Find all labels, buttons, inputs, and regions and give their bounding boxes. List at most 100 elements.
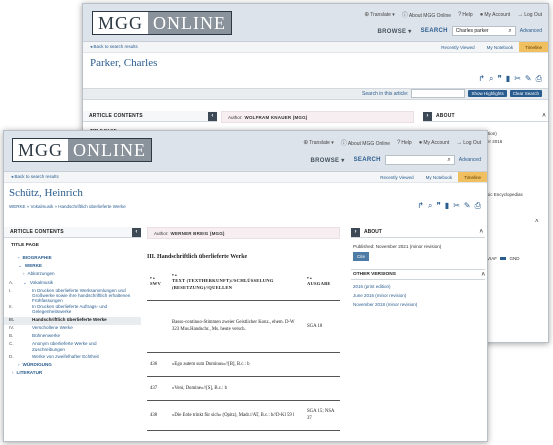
- search-icon[interactable]: ⌕: [508, 28, 511, 35]
- scissors-icon[interactable]: ✂: [514, 74, 521, 84]
- search-label: SEARCH: [420, 28, 448, 34]
- section-heading: III. Handschriftlich überlieferte Werke: [147, 254, 248, 260]
- version-link[interactable]: November 2018 (minor revision): [353, 302, 485, 307]
- works-table: ▾ ▴ SWV ▾ ▴ TEXT (TEXTHERKUNFT)//SCHLÜSSEL…: [147, 264, 340, 431]
- help-link[interactable]: ?Help: [458, 12, 473, 18]
- advanced-search-link[interactable]: Advanced: [520, 28, 542, 34]
- toc-item-zweifelhaft[interactable]: D. Werke von zweifelhafter Echtheit: [4, 354, 141, 362]
- toc-item-abkuerzungen[interactable]: › Abkürzungen: [4, 271, 141, 279]
- sort-icon[interactable]: ▾ ▴: [307, 276, 337, 280]
- translate-link[interactable]: ⊕Translate ▾: [364, 11, 395, 18]
- browse-menu[interactable]: BROWSE ▾: [378, 28, 412, 35]
- browse-menu[interactable]: BROWSE ▾: [311, 157, 345, 164]
- my-notebook-link[interactable]: My Notebook: [420, 175, 459, 180]
- encyclopedias-fragment: sic Encyclopedias: [487, 192, 523, 197]
- chevron-up-icon[interactable]: ˄: [535, 219, 539, 225]
- back-to-results-link[interactable]: ◂ Back to search results: [90, 44, 138, 50]
- bookmark-icon[interactable]: ▮: [445, 201, 449, 211]
- chevron-right-icon: ›: [18, 255, 20, 260]
- toc-item-anonym[interactable]: C. Anonym überlieferte Werke und Zuschrei…: [4, 341, 141, 354]
- search-input[interactable]: Charles parker ⌕: [451, 26, 516, 36]
- tools-icon[interactable]: ✎: [525, 74, 532, 84]
- clear-search-button[interactable]: Clear Search: [509, 90, 542, 97]
- header: MGG ONLINE ⊕Translate ▾ ⓘAbout MGG Onlin…: [83, 4, 548, 42]
- my-notebook-link[interactable]: My Notebook: [481, 45, 520, 50]
- tools-icon[interactable]: ✎: [464, 201, 471, 211]
- toc-item-auftragswerke[interactable]: II. In Drucken überlieferte Auftrags- und…: [4, 304, 141, 317]
- toc-item-werke[interactable]: ⌄ WERKE: [4, 263, 141, 271]
- logout-link[interactable]: →Log Out: [456, 140, 481, 146]
- account-link[interactable]: ●My Account: [480, 12, 510, 18]
- timeline-link[interactable]: Timeline: [519, 42, 548, 52]
- collapse-about-icon[interactable]: ›: [351, 227, 360, 237]
- version-link[interactable]: 2016 (print edition): [353, 284, 485, 289]
- scissors-icon[interactable]: ✂: [453, 201, 460, 211]
- logout-link[interactable]: →Log Out: [517, 12, 542, 18]
- toc-item-buehnenwerke[interactable]: B. Bühnenwerke: [4, 333, 141, 341]
- sort-icon[interactable]: ▾ ▴: [172, 273, 301, 277]
- toc-item-werksammlungen[interactable]: I. In Drucken überlieferte Werksammlungen…: [4, 288, 141, 303]
- table-row: Basso-continuo-Stimmen zweier Geistliche…: [147, 300, 340, 353]
- about-link[interactable]: ⓘAbout MGG Online: [341, 138, 390, 147]
- breadcrumb[interactable]: WERKE » Vokalmusik » Handschriftlich übe…: [9, 204, 126, 209]
- article-search-input[interactable]: [411, 89, 466, 98]
- translate-link[interactable]: ⊕Translate ▾: [303, 139, 334, 146]
- other-versions-header[interactable]: OTHER VERSIONS ˄: [351, 269, 485, 280]
- mgg-logo[interactable]: MGG ONLINE: [12, 138, 152, 162]
- chevron-right-icon: ›: [23, 271, 25, 277]
- toc-item-biographie[interactable]: › BIOGRAPHIE: [4, 255, 141, 263]
- version-link[interactable]: June 2016 (minor revision): [353, 293, 485, 298]
- advanced-search-link[interactable]: Advanced: [459, 157, 481, 163]
- print-icon[interactable]: ⎙: [475, 201, 481, 211]
- gnd-link[interactable]: GND: [510, 256, 520, 261]
- title-page-link[interactable]: TITLE PAGE: [11, 243, 39, 248]
- mgg-logo[interactable]: MGG ONLINE: [92, 11, 232, 35]
- toc-item-literatur[interactable]: › LITERATUR: [4, 370, 141, 378]
- sort-icon[interactable]: ▾ ▴: [150, 276, 166, 280]
- collapse-about-icon[interactable]: ›: [423, 111, 432, 121]
- about-link[interactable]: ⓘAbout MGG Online: [402, 10, 451, 19]
- search-icon[interactable]: ⌕: [489, 74, 493, 84]
- toc-item-handschriftlich[interactable]: III. Handschriftlich überlieferte Werke: [4, 316, 141, 325]
- print-icon[interactable]: ⎙: [536, 74, 542, 84]
- table-row: 436 »Ego autem sum Dominus«//[B], B.c.: …: [147, 352, 340, 377]
- search-row: BROWSE ▾ SEARCH ⌕ Advanced: [311, 155, 481, 165]
- recently-viewed-link[interactable]: Recently Viewed: [435, 45, 480, 50]
- toc-item-verschollene[interactable]: IV. Verschollene Werke: [4, 325, 141, 333]
- about-header[interactable]: › ABOUT ˄: [351, 227, 485, 238]
- user-icon: ●: [418, 139, 423, 146]
- cite-icon[interactable]: ❞: [436, 201, 440, 211]
- search-input[interactable]: ⌕: [384, 155, 455, 165]
- back-to-results-link[interactable]: ◂ Back to search results: [11, 174, 59, 180]
- cite-icon[interactable]: ❞: [497, 74, 501, 84]
- cite-button[interactable]: Cite: [353, 252, 370, 261]
- gnd-icon: [500, 257, 507, 260]
- viaf-link[interactable]: VIAF: [487, 256, 497, 261]
- chevron-up-icon[interactable]: ˄: [479, 229, 483, 235]
- col-ausgabe[interactable]: ▾ ▴ AUSGABE: [304, 264, 340, 301]
- collapse-panel-icon[interactable]: ‹: [208, 111, 217, 121]
- timeline-link[interactable]: Timeline: [458, 172, 487, 182]
- about-header[interactable]: › ABOUT ˄: [423, 111, 548, 122]
- search-row: BROWSE ▾ SEARCH Charles parker ⌕ Advance…: [378, 26, 542, 36]
- search-icon[interactable]: ⌕: [447, 157, 450, 164]
- logout-icon: →: [517, 11, 524, 18]
- collapse-panel-icon[interactable]: ‹: [132, 227, 141, 237]
- toc-item-vokalmusik[interactable]: A. ⌄ Vokalmusik: [4, 280, 141, 288]
- article-contents-label: ARTICLE CONTENTS: [89, 113, 143, 119]
- share-icon[interactable]: ↱: [478, 74, 485, 84]
- recently-viewed-link[interactable]: Recently Viewed: [374, 175, 419, 180]
- account-link[interactable]: ●My Account: [419, 140, 449, 146]
- chevron-up-icon[interactable]: ˄: [542, 113, 546, 119]
- chevron-up-icon[interactable]: ˄: [481, 272, 485, 278]
- toc-item-wuerdigung[interactable]: › WÜRDIGUNG: [4, 362, 141, 370]
- author-bar: Author: WERNER BREIG (MGG): [147, 227, 340, 239]
- bookmark-icon[interactable]: ▮: [506, 74, 510, 84]
- globe-icon: ⊕: [303, 140, 309, 146]
- col-swv[interactable]: ▾ ▴ SWV: [147, 264, 169, 301]
- search-icon[interactable]: ⌕: [428, 201, 432, 211]
- share-icon[interactable]: ↱: [417, 201, 424, 211]
- help-link[interactable]: ?Help: [397, 140, 412, 146]
- show-highlights-button[interactable]: Show Highlights: [468, 90, 507, 97]
- col-text[interactable]: ▾ ▴ TEXT (TEXTHERKUNFT)//SCHLÜSSELUNG (BE…: [169, 264, 304, 301]
